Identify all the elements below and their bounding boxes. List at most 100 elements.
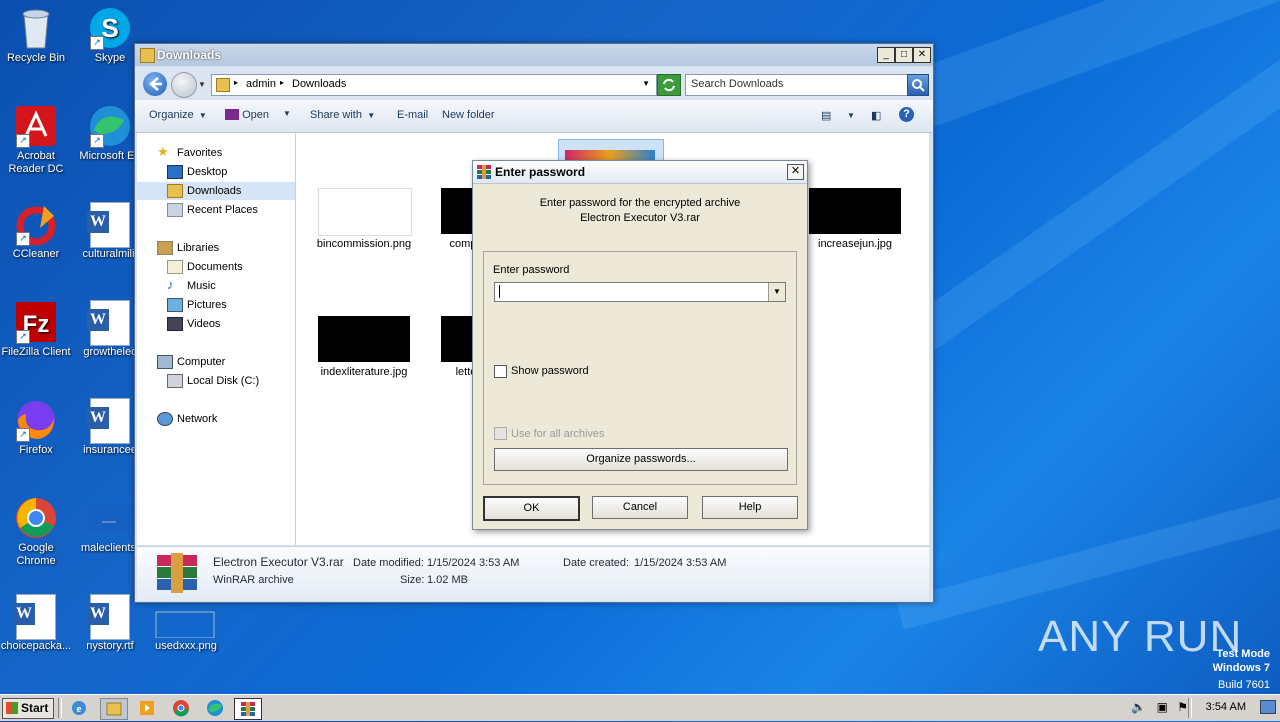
search-icon [912, 79, 925, 92]
share-with-label: Share with [310, 109, 362, 121]
desktop-icon-ccleaner[interactable]: ↗ CCleaner [0, 202, 74, 261]
use-for-all-archives-checkbox[interactable] [494, 427, 507, 440]
action-center-flag-icon[interactable]: ⚑ [1177, 700, 1188, 714]
nav-recent-places[interactable]: Recent Places [137, 201, 295, 219]
desktop-icon-label: Acrobat Reader DC [8, 150, 64, 175]
show-desktop-icon[interactable] [1260, 700, 1276, 714]
nav-downloads[interactable]: Downloads [137, 182, 295, 200]
shortcut-arrow-icon: ↗ [16, 428, 30, 442]
nav-videos[interactable]: Videos [137, 315, 295, 333]
dialog-close-button[interactable]: ✕ [787, 164, 804, 180]
breadcrumb-item[interactable]: Downloads [292, 78, 346, 90]
nav-network[interactable]: Network [137, 410, 295, 428]
change-view-icon[interactable]: ▤ [821, 109, 831, 122]
date-modified-label: Date modified: [353, 557, 424, 569]
help-icon[interactable]: ? [899, 107, 914, 122]
videos-icon [167, 317, 183, 331]
nav-label: Desktop [187, 166, 228, 178]
preview-pane-icon[interactable]: ◧ [871, 109, 881, 122]
computer-icon [157, 355, 173, 369]
forward-button[interactable] [171, 72, 197, 98]
close-button[interactable]: ✕ [913, 47, 931, 63]
new-folder-button[interactable]: New folder [442, 109, 495, 121]
desktop-icon-label: CCleaner [12, 248, 60, 260]
local-disk-icon [167, 374, 183, 388]
media-player-taskbar-button[interactable] [134, 698, 160, 718]
nav-favorites[interactable]: ★ Favorites [137, 144, 295, 162]
refresh-button[interactable] [657, 74, 681, 96]
back-button[interactable] [143, 72, 167, 96]
explorer-taskbar-button[interactable] [100, 698, 128, 720]
network-icon [157, 412, 173, 426]
volume-icon[interactable]: 🔈 [1131, 700, 1146, 714]
shortcut-arrow-icon: ↗ [16, 232, 30, 246]
desktop-icon-firefox[interactable]: ↗ Firefox [0, 398, 74, 457]
open-dropdown-icon[interactable]: ▼ [283, 109, 291, 118]
shortcut-arrow-icon: ↗ [90, 36, 104, 50]
password-group: Enter password ▼ Show password Use for a… [483, 251, 797, 485]
nav-label: Pictures [187, 299, 227, 311]
title-bar[interactable]: Downloads _ □ ✕ [135, 44, 933, 66]
image-thumbnail [809, 188, 901, 234]
share-with-button[interactable]: Share with ▼ [310, 109, 375, 121]
minimize-button[interactable]: _ [877, 47, 895, 63]
watermark-line2: Windows 7 [1212, 662, 1270, 674]
dialog-title-bar[interactable]: Enter password ✕ [473, 161, 807, 184]
acrobat-icon: ↗ [14, 104, 58, 148]
desktop-icon-recycle-bin[interactable]: Recycle Bin [0, 6, 74, 65]
view-dropdown-icon[interactable]: ▼ [847, 111, 855, 120]
organize-button[interactable]: Organize ▼ [149, 109, 207, 121]
password-input[interactable]: ▼ [494, 282, 786, 302]
nav-documents[interactable]: Documents [137, 258, 295, 276]
search-button[interactable] [907, 74, 929, 96]
nav-computer[interactable]: Computer [137, 353, 295, 371]
maximize-button[interactable]: □ [895, 47, 913, 63]
search-input[interactable]: Search Downloads [685, 74, 909, 96]
nav-music[interactable]: ♪ Music [137, 277, 295, 295]
dialog-message: Enter password for the encrypted archive… [473, 196, 807, 226]
chevron-down-icon: ▼ [365, 111, 376, 120]
breadcrumb-separator-icon: ▸ [280, 78, 285, 87]
desktop-icon-acrobat[interactable]: ↗ Acrobat Reader DC [0, 104, 74, 176]
breadcrumb-item[interactable]: admin [246, 78, 276, 90]
address-box[interactable]: ▸ admin ▸ Downloads ▼ [211, 74, 657, 96]
network-tray-icon[interactable]: ▣ [1157, 700, 1168, 714]
image-file-icon [88, 496, 132, 540]
nav-label: Local Disk (C:) [187, 375, 260, 387]
chrome-taskbar-button[interactable] [168, 698, 194, 718]
desktop-icon-choicepacka[interactable]: W choicepacka... [0, 594, 74, 653]
nav-local-disk[interactable]: Local Disk (C:) [137, 372, 295, 390]
password-history-dropdown-icon[interactable]: ▼ [768, 283, 785, 301]
nav-pictures[interactable]: Pictures [137, 296, 295, 314]
watermark-line3: Build 7601 [1218, 679, 1270, 691]
navigation-pane: ★ Favorites Desktop Downloads Recent Pla… [137, 133, 296, 545]
desktop-icon-filezilla[interactable]: Fz ↗ FileZilla Client [0, 300, 74, 359]
open-button[interactable]: Open [225, 109, 269, 121]
details-file-name: Electron Executor V3.rar [213, 555, 344, 569]
nav-label: Computer [177, 356, 226, 368]
chevron-down-icon: ▼ [196, 111, 207, 120]
ok-button[interactable]: OK [483, 496, 580, 521]
organize-passwords-button[interactable]: Organize passwords... [494, 448, 788, 471]
address-dropdown-icon[interactable]: ▼ [642, 79, 650, 88]
recent-pages-chevron-icon[interactable]: ▼ [198, 80, 206, 89]
address-bar-row: ▼ ▸ admin ▸ Downloads ▼ Search Downloads [135, 68, 933, 98]
email-button[interactable]: E-mail [397, 109, 428, 121]
help-button[interactable]: Help [702, 496, 798, 519]
taskbar-divider [58, 698, 62, 718]
ie-taskbar-button[interactable]: e [66, 698, 92, 718]
nav-libraries[interactable]: Libraries [137, 239, 295, 257]
edge-taskbar-button[interactable] [202, 698, 228, 718]
cancel-button[interactable]: Cancel [592, 496, 688, 519]
winrar-taskbar-button[interactable] [234, 698, 262, 720]
start-button[interactable]: Start [2, 698, 54, 719]
svg-text:e: e [77, 703, 82, 715]
window-title: Downloads [157, 48, 222, 62]
taskbar-clock[interactable]: 3:54 AM [1206, 701, 1246, 713]
desktop-icon-label: Recycle Bin [6, 52, 66, 64]
nav-desktop[interactable]: Desktop [137, 163, 295, 181]
desktop-icon-chrome[interactable]: Google Chrome [0, 496, 74, 568]
word-document-icon: W [87, 202, 130, 248]
show-password-checkbox[interactable] [494, 365, 507, 378]
refresh-icon [663, 78, 675, 92]
